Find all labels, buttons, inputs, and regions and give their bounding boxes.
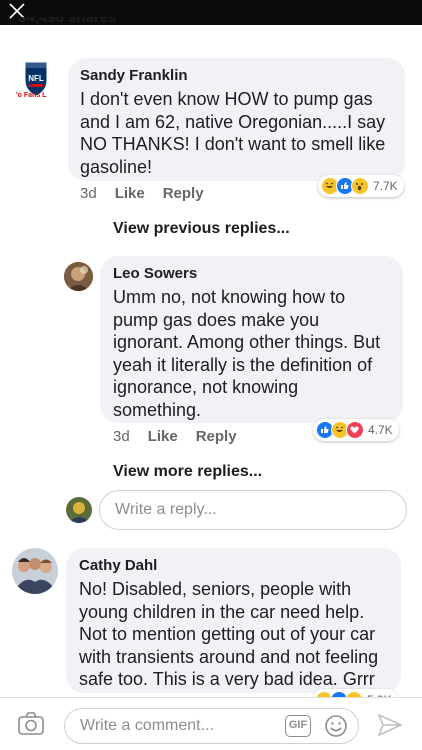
comment-text: No! Disabled, seniors, people with young… [79, 578, 399, 691]
comment-text: Umm no, not knowing how to pump gas does… [113, 286, 398, 421]
comment-text-line: I don't even know HOW to pump gas [80, 89, 373, 109]
send-icon[interactable] [376, 712, 404, 738]
current-user-avatar [66, 497, 92, 523]
avatar[interactable] [12, 548, 58, 594]
comment-text-line: Not to mention getting out of your car [79, 624, 376, 644]
comment-text-line: safe too. This is a very bad idea. Grrr [79, 669, 375, 689]
avatar[interactable] [64, 262, 93, 291]
emoji-icon[interactable] [324, 714, 348, 738]
view-previous-replies-link[interactable]: View previous replies... [113, 220, 290, 238]
comment-composer-bar: GIF [0, 697, 422, 750]
comment-timestamp: 3d [113, 428, 130, 445]
avatar-photo [66, 497, 92, 523]
comment-text-line: pump gas does make you [113, 309, 320, 330]
wow-icon [351, 177, 369, 195]
comment-text-line: NO THANKS! I don't want to smell like [80, 134, 386, 154]
comment-text-line: No! Disabled, seniors, people with [79, 579, 352, 599]
love-icon [346, 421, 364, 439]
reaction-count: 4.7K [368, 423, 393, 437]
reactions-badge[interactable]: 7.7K [318, 175, 404, 197]
reply-button[interactable]: Reply [196, 428, 237, 445]
reply-input-box[interactable] [99, 490, 407, 530]
nfl-shield-icon: NFL [24, 61, 48, 97]
comment-author[interactable]: Sandy Franklin [80, 67, 188, 84]
avatar-text: NFL [28, 74, 44, 83]
view-more-replies-link[interactable]: View more replies... [113, 463, 262, 481]
comment-timestamp: 3d [80, 185, 97, 202]
gif-button[interactable]: GIF [285, 715, 311, 737]
comment-author[interactable]: Leo Sowers [113, 265, 197, 282]
like-button[interactable]: Like [115, 185, 145, 202]
comment-text-line: ignorant. Among other things. But [113, 332, 381, 352]
comment-text-line: with transients around and not feeling [79, 646, 379, 667]
reply-button[interactable]: Reply [163, 185, 204, 202]
comment-text: I don't even know HOW to pump gas and I … [80, 88, 400, 178]
reaction-count: 7.7K [373, 179, 398, 193]
comment-author[interactable]: Cathy Dahl [79, 557, 157, 574]
comment-text-line: young children in the car need help. [79, 601, 365, 622]
comment-meta: 3d Like Reply [113, 428, 237, 445]
comment-input[interactable] [78, 716, 282, 736]
comment-text-line: Umm no, not knowing how to [113, 287, 346, 307]
like-button[interactable]: Like [148, 428, 178, 445]
reply-input[interactable] [113, 500, 397, 520]
avatar-caption: 'o Fans L [16, 92, 47, 99]
comment-text-line: yeah it literally is the definition of [113, 354, 373, 375]
comment-text-line: something. [113, 399, 202, 420]
comment-input-box[interactable]: GIF [64, 708, 359, 744]
comment-meta: 3d Like Reply [80, 185, 204, 202]
avatar[interactable]: NFL 'o Fans L [12, 60, 60, 108]
camera-icon[interactable] [17, 711, 45, 737]
shares-count[interactable]: 34,496 shares [18, 17, 116, 33]
avatar-photo [12, 548, 58, 594]
comment-text-line: ignorance, not knowing [113, 377, 299, 397]
avatar-photo [64, 262, 93, 291]
comment-text-line: and I am 62, native Oregonian.....I say [80, 111, 386, 132]
reactions-badge[interactable]: 4.7K [313, 419, 399, 441]
